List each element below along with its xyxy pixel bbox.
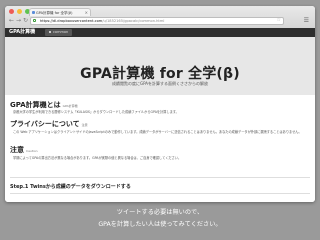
menu-icon[interactable]: ☰	[304, 17, 309, 25]
browser-window: GPA計算機 for 全学(β) × ← → ↻ https://dl.drop…	[5, 6, 315, 202]
url-path: /u/1852165/gpacalc/common.html	[102, 19, 165, 23]
section-heading-privacy: プライバシーについて 注意	[10, 119, 88, 129]
section-heading-caution: 注意 Caution	[10, 145, 38, 155]
reload-icon[interactable]: ↻	[23, 17, 28, 25]
tab-title: GPA計算機 for 全学(β)	[36, 11, 73, 15]
section-divider	[10, 193, 310, 194]
site-navbar: GPA計算機 common	[5, 28, 315, 37]
forward-arrow-icon[interactable]: →	[16, 17, 21, 25]
bookmark-star-icon[interactable]: ☆	[277, 18, 281, 23]
section-note: 注意	[81, 123, 88, 127]
section-body-about: 京都大学の学生が利用できる履修システム「KULASIS」からダウンロードした成績…	[13, 110, 179, 114]
section-body-caution: 学期によってGPAの算出方法が異なる場合があります。GPAが実際の値と異なる場合…	[13, 156, 182, 160]
close-window-button[interactable]	[9, 9, 14, 14]
url-host: https://dl.dropboxusercontent.com	[40, 19, 103, 23]
step-heading: Step.1 Twinsから成績のデータをダウンロードする	[10, 184, 131, 190]
section-heading-text: 注意	[10, 146, 24, 154]
minimize-window-button[interactable]	[17, 9, 22, 14]
page-title: GPA計算機 for 全学(β)	[80, 66, 240, 82]
hero-banner: GPA計算機 for 全学(β) 成績閲覧の度にGPAを計算する面倒くささからの…	[5, 37, 315, 95]
section-heading-about: GPA計算機とは GPA計算機	[10, 100, 78, 110]
section-body-privacy: この Web アプリケーションはクライアントサイドのJavaScriptのみで動…	[13, 130, 302, 134]
tab-close-icon[interactable]: ×	[85, 9, 88, 16]
main-content: GPA計算機とは GPA計算機 京都大学の学生が利用できる履修システム「KULAS…	[5, 95, 315, 202]
back-arrow-icon[interactable]: ←	[9, 17, 14, 25]
nav-item-label: common	[53, 30, 69, 34]
browser-tab[interactable]: GPA計算機 for 全学(β) ×	[29, 8, 91, 16]
address-bar[interactable]: https://dl.dropboxusercontent.com/u/1852…	[30, 17, 284, 25]
site-brand[interactable]: GPA計算機	[9, 28, 35, 37]
browser-toolbar: GPA計算機 for 全学(β) × ← → ↻ https://dl.drop…	[5, 6, 315, 28]
section-divider	[10, 177, 310, 178]
window-controls	[9, 9, 30, 14]
section-heading-text: GPA計算機とは	[10, 101, 61, 109]
caption-line-1: ツイートする必要は無いので、	[116, 209, 204, 216]
nav-dot-icon	[49, 31, 51, 33]
section-note: Caution	[26, 149, 38, 153]
section-heading-text: プライバシーについて	[10, 120, 80, 128]
nav-item-common[interactable]: common	[45, 29, 73, 36]
page-subtitle: 成績閲覧の度にGPAを計算する面倒くささからの解放	[112, 81, 208, 86]
favicon-icon	[32, 11, 35, 14]
caption-line-2: GPAを計算したい人は使ってみてください。	[98, 221, 222, 228]
section-note: GPA計算機	[62, 104, 78, 108]
lock-icon	[33, 19, 36, 22]
